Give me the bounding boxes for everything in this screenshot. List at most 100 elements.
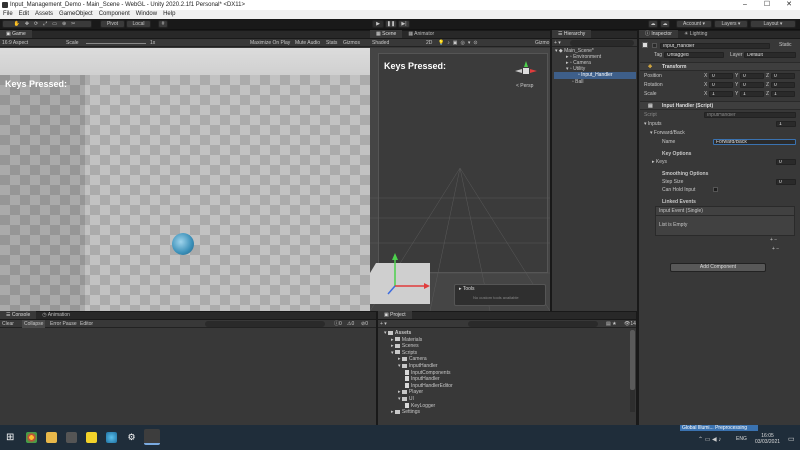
edge-icon[interactable]	[106, 432, 117, 443]
tab-game[interactable]: ▣ Game	[0, 30, 32, 38]
info-count[interactable]: ⓘ 0	[334, 320, 342, 328]
project-scrollbar[interactable]	[630, 330, 635, 412]
rotation-z[interactable]: 0	[771, 82, 795, 88]
element-foldout[interactable]: ▾ Forward/Back	[650, 130, 685, 137]
app-icon[interactable]	[66, 432, 77, 443]
event-add-remove[interactable]: + −	[770, 237, 777, 244]
cloud-icon[interactable]: ☁	[660, 20, 670, 28]
project-add-button[interactable]: + ▾	[380, 320, 387, 328]
clear-button[interactable]: Clear	[2, 320, 14, 328]
windows-start-icon[interactable]: ⊞	[6, 432, 17, 443]
menu-window[interactable]: Window	[133, 10, 160, 19]
inputs-add-remove[interactable]: + −	[772, 246, 779, 253]
static-toggle[interactable]: Static	[779, 42, 792, 49]
tab-inspector[interactable]: ⓘ Inspector	[639, 30, 678, 38]
layers-dropdown[interactable]: Layers ▾	[714, 20, 748, 28]
scale-slider[interactable]	[86, 43, 146, 44]
collapse-button[interactable]: Collapse	[22, 320, 46, 328]
collab-icon[interactable]: ☁	[648, 20, 658, 28]
chrome-icon[interactable]	[26, 432, 37, 443]
close-button[interactable]: ✕	[778, 0, 800, 10]
tab-animation[interactable]: ◷ Animation	[36, 311, 76, 319]
maximize-button[interactable]: ☐	[756, 0, 778, 10]
scene-viewport[interactable]: Keys Pressed: < Persp ▸ Tools No custom …	[370, 48, 550, 311]
pivot-toggle[interactable]: Pivot	[100, 20, 125, 28]
mute-audio[interactable]: Mute Audio	[295, 39, 320, 47]
menu-assets[interactable]: Assets	[32, 10, 56, 19]
error-pause-button[interactable]: Error Pause	[50, 320, 77, 328]
tab-animator[interactable]: ▦ Animator	[402, 30, 440, 38]
menu-edit[interactable]: Edit	[16, 10, 32, 19]
menu-file[interactable]: File	[0, 10, 16, 19]
scale-x[interactable]: 1	[709, 91, 733, 97]
scene-gizmos[interactable]: Gizmo	[535, 39, 549, 47]
scene-tool-icons[interactable]: 💡♪▣◎▾⊙	[438, 39, 481, 47]
notes-icon[interactable]	[86, 432, 97, 443]
scale-z[interactable]: 1	[771, 91, 795, 97]
script-component-header[interactable]: ▤ Input Handler (Script)	[640, 101, 800, 110]
local-toggle[interactable]: Local	[126, 20, 151, 28]
console-search[interactable]	[205, 321, 325, 327]
persp-label[interactable]: < Persp	[516, 83, 533, 89]
error-count[interactable]: ⊘ 0	[361, 320, 368, 328]
gizmos-button[interactable]: Gizmos	[343, 39, 360, 47]
game-viewport[interactable]: Keys Pressed:	[0, 48, 370, 311]
position-x[interactable]: 0	[709, 73, 733, 79]
hierarchy-search[interactable]	[570, 40, 634, 46]
tab-project[interactable]: ▣ Project	[378, 311, 412, 319]
pause-button[interactable]: ❚❚	[385, 20, 397, 28]
file-explorer-icon[interactable]	[46, 432, 57, 443]
position-z[interactable]: 0	[771, 73, 795, 79]
maximize-on-play[interactable]: Maximize On Play	[250, 39, 290, 47]
grid-snap-button[interactable]: #	[158, 20, 168, 28]
project-scroll-thumb[interactable]	[630, 330, 635, 390]
transform-header[interactable]: ✥ Transform	[640, 62, 800, 71]
account-dropdown[interactable]: Account ▾	[676, 20, 712, 28]
tab-hierarchy[interactable]: ☰ Hierarchy	[552, 30, 592, 38]
unity-taskbar-icon[interactable]	[144, 429, 160, 445]
language-indicator[interactable]: ENG	[736, 436, 747, 442]
settings-icon[interactable]: ⚙	[126, 432, 137, 443]
scale-y[interactable]: 1	[740, 91, 764, 97]
active-checkbox[interactable]	[652, 43, 657, 48]
tab-console[interactable]: ☰ Console	[0, 311, 37, 319]
orientation-gizmo[interactable]	[515, 61, 537, 81]
hierarchy-item[interactable]: ▫ Ball	[572, 79, 584, 86]
aspect-dropdown[interactable]: 16:9 Aspect	[2, 39, 28, 47]
inputs-label[interactable]: ▾ Inputs	[644, 121, 662, 128]
rotation-y[interactable]: 0	[740, 82, 764, 88]
tag-dropdown[interactable]: Untagged	[664, 52, 724, 58]
keys-count[interactable]: 0	[776, 159, 796, 165]
project-filter-icons[interactable]: ▤ ★	[606, 320, 617, 328]
can-hold-checkbox[interactable]	[713, 187, 718, 192]
tab-lighting[interactable]: ☀ Lighting	[678, 30, 713, 38]
notification-icon[interactable]: ▭	[788, 435, 795, 443]
transform-tools[interactable]: ✋✥⟳⤢▭⊕✂	[2, 20, 92, 28]
menu-gameobject[interactable]: GameObject	[56, 10, 96, 19]
clock[interactable]: 16:05 03/03/2021	[755, 433, 780, 445]
name-field[interactable]: Forward/Back	[713, 139, 796, 145]
shading-dropdown[interactable]: Shaded	[372, 39, 389, 47]
object-name-field[interactable]: Input_Handler	[660, 43, 770, 49]
layer-dropdown[interactable]: Default	[744, 52, 796, 58]
step-button[interactable]: ▶|	[398, 20, 410, 28]
warning-count[interactable]: ⚠ 0	[347, 320, 354, 328]
hierarchy-item-selected[interactable]: ▫ Input_Handler	[554, 72, 636, 79]
project-search[interactable]	[468, 321, 598, 327]
tab-scene[interactable]: ▦ Scene	[370, 30, 403, 38]
keys-foldout[interactable]: ▸ Keys	[652, 159, 667, 166]
2d-toggle[interactable]: 2D	[426, 39, 432, 47]
minimize-button[interactable]: –	[734, 0, 756, 10]
inputs-count[interactable]: 1	[776, 121, 796, 127]
menu-help[interactable]: Help	[160, 10, 178, 19]
layout-dropdown[interactable]: Layout ▾	[750, 20, 796, 28]
tray-icons[interactable]: ⌃ ▭ ◀ ♪	[698, 436, 721, 443]
project-folder[interactable]: ▸ Settings	[391, 409, 420, 416]
editor-dropdown[interactable]: Editor	[80, 320, 93, 328]
hierarchy-add-button[interactable]: + ▾	[554, 39, 561, 47]
stats-button[interactable]: Stats	[326, 39, 337, 47]
step-size-field[interactable]: 0	[776, 179, 796, 185]
menu-component[interactable]: Component	[96, 10, 133, 19]
add-component-button[interactable]: Add Component	[670, 263, 766, 272]
play-button[interactable]: ▶	[372, 20, 384, 28]
